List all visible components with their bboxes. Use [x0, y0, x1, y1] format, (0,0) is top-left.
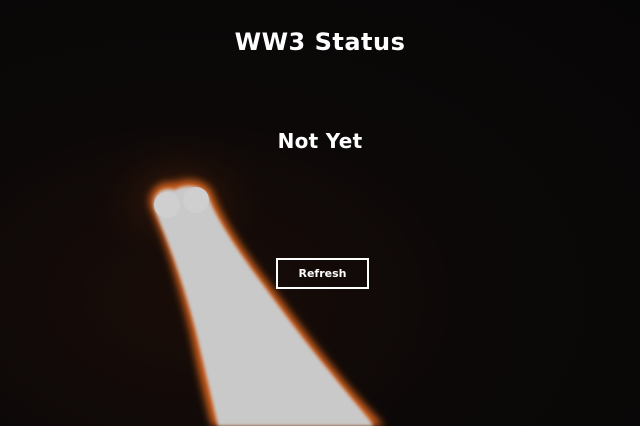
refresh-button[interactable]: Refresh — [276, 258, 369, 289]
page-title: WW3 Status — [234, 28, 406, 56]
rocket-nozzle-right — [183, 187, 209, 213]
rocket-nozzle-left — [154, 192, 180, 218]
refresh-button-label: Refresh — [298, 267, 347, 280]
status-text: Not Yet — [277, 129, 363, 153]
page: WW3 Status Not Yet Refresh — [0, 0, 640, 426]
background-rocket-photo — [90, 130, 384, 426]
